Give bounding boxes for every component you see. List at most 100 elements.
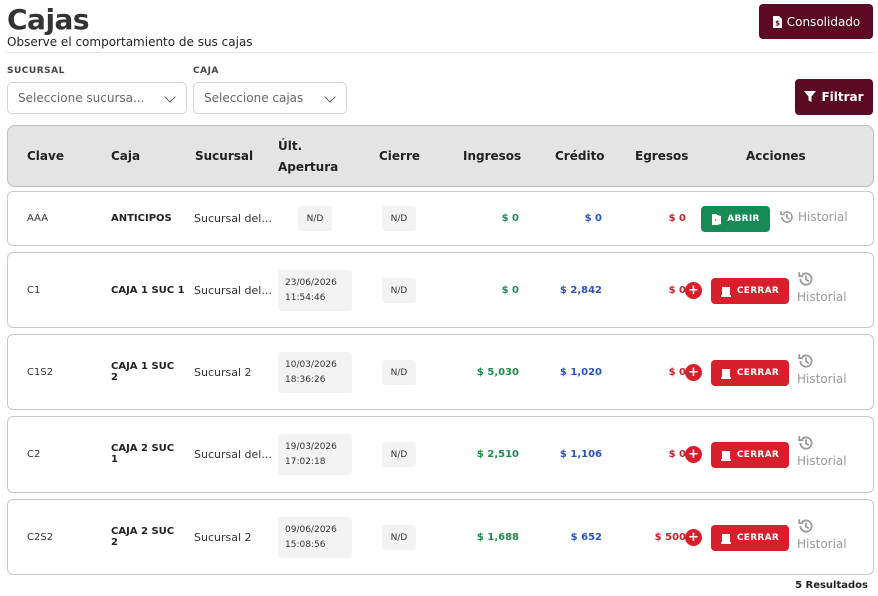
- historial-link[interactable]: Historial: [779, 209, 848, 225]
- history-icon: [798, 354, 813, 368]
- sucursal-select[interactable]: Seleccione sucursa...: [7, 82, 187, 114]
- row-cierre: N/D: [382, 442, 416, 467]
- row-cierre: N/D: [382, 278, 416, 303]
- historial-link[interactable]: Historial: [797, 434, 857, 468]
- row-apertura: N/D: [298, 206, 332, 231]
- apertura-fecha: 23/06/2026: [285, 278, 337, 288]
- caja-select-placeholder: Seleccione cajas: [204, 91, 304, 105]
- filtrar-label: Filtrar: [821, 90, 864, 104]
- col-ingresos: Ingresos: [463, 149, 522, 163]
- chevron-down-icon: [324, 91, 336, 103]
- svg-text:$: $: [775, 19, 780, 27]
- col-acciones: Acciones: [746, 149, 806, 163]
- row-caja: ANTICIPOS: [111, 213, 172, 224]
- cerrar-button[interactable]: CERRAR: [711, 360, 789, 386]
- row-sucursal: Sucursal del...: [194, 212, 272, 225]
- apertura-hora: 15:08:56: [285, 540, 326, 550]
- apertura-fecha: 10/03/2026: [285, 360, 337, 370]
- row-credito: $ 1,106: [559, 449, 602, 460]
- historial-label: Historial: [797, 290, 847, 304]
- table-row: C1S2 CAJA 1 SUC 2 Sucursal 2 10/03/2026 …: [7, 334, 874, 410]
- lock-icon: [720, 450, 731, 461]
- sucursal-select-placeholder: Seleccione sucursa...: [18, 91, 145, 105]
- door-open-icon: [712, 213, 722, 225]
- plus-icon: +: [688, 530, 699, 545]
- add-egreso-button[interactable]: +: [685, 446, 702, 463]
- cerrar-label: CERRAR: [736, 533, 780, 543]
- table-row: C2 CAJA 2 SUC 1 Sucursal del... 19/03/20…: [7, 416, 874, 493]
- historial-label: Historial: [798, 210, 848, 224]
- col-sucursal: Sucursal: [195, 149, 254, 163]
- row-credito: $ 2,842: [559, 285, 602, 296]
- row-clave: C1S2: [27, 367, 54, 378]
- add-egreso-button[interactable]: +: [685, 529, 702, 546]
- col-ult-apertura: Últ. Apertura: [278, 139, 339, 174]
- apertura-fecha: 19/03/2026: [285, 442, 337, 452]
- chevron-down-icon: [164, 91, 176, 103]
- lock-icon: [720, 286, 731, 297]
- table-row: C2S2 CAJA 2 SUC 2 Sucursal 2 09/06/2026 …: [7, 499, 874, 575]
- row-ingresos: $ 5,030: [476, 367, 519, 378]
- row-egresos: $ 0: [668, 367, 686, 378]
- col-clave: Clave: [27, 149, 64, 163]
- history-icon: [798, 519, 813, 533]
- sucursal-filter-label: SUCURSAL: [7, 66, 65, 76]
- row-caja: CAJA 1 SUC 2: [111, 361, 175, 383]
- row-cierre: N/D: [382, 206, 416, 231]
- historial-link[interactable]: Historial: [797, 517, 857, 551]
- row-ingresos: $ 2,510: [476, 449, 519, 460]
- row-clave: C2: [27, 449, 41, 460]
- row-clave: AAA: [27, 213, 49, 224]
- row-sucursal: Sucursal del...: [194, 284, 272, 297]
- row-egresos: $ 0: [668, 449, 686, 460]
- filtrar-button[interactable]: Filtrar: [795, 79, 873, 115]
- add-egreso-button[interactable]: +: [685, 364, 702, 381]
- results-count: 5 Resultados: [795, 580, 868, 591]
- row-ingresos: $ 0: [501, 285, 519, 296]
- consolidado-label: Consolidado: [786, 14, 861, 29]
- row-sucursal: Sucursal 2: [194, 531, 252, 544]
- funnel-icon: [804, 91, 817, 102]
- row-apertura: 23/06/2026 11:54:46: [278, 270, 352, 311]
- row-ingresos: $ 1,688: [476, 532, 519, 543]
- plus-icon: +: [688, 365, 699, 380]
- consolidado-button[interactable]: $ Consolidado: [759, 4, 873, 39]
- document-dollar-icon: $: [772, 15, 782, 28]
- row-apertura: 19/03/2026 17:02:18: [278, 434, 352, 475]
- cerrar-button[interactable]: CERRAR: [711, 278, 789, 304]
- caja-select[interactable]: Seleccione cajas: [193, 82, 347, 114]
- historial-link[interactable]: Historial: [797, 270, 857, 304]
- cerrar-button[interactable]: CERRAR: [711, 442, 789, 468]
- history-icon: [798, 272, 813, 286]
- caja-filter-label: CAJA: [193, 66, 219, 76]
- row-credito: $ 0: [584, 213, 602, 224]
- row-egresos: $ 500: [654, 532, 686, 543]
- table-row: C1 CAJA 1 SUC 1 Sucursal del... 23/06/20…: [7, 252, 874, 328]
- row-sucursal: Sucursal del...: [194, 448, 272, 461]
- row-caja: CAJA 1 SUC 1: [111, 285, 185, 296]
- col-caja: Caja: [111, 149, 141, 163]
- history-icon: [798, 436, 813, 450]
- historial-link[interactable]: Historial: [797, 352, 857, 386]
- table-row: AAA ANTICIPOS Sucursal del... N/D N/D $ …: [7, 191, 874, 246]
- row-caja: CAJA 2 SUC 2: [111, 526, 175, 548]
- page-subtitle: Observe el comportamiento de sus cajas: [7, 35, 253, 49]
- page-title: Cajas: [7, 3, 90, 36]
- apertura-hora: 18:36:26: [285, 375, 326, 385]
- row-sucursal: Sucursal 2: [194, 366, 252, 379]
- row-credito: $ 652: [570, 532, 602, 543]
- row-cierre: N/D: [382, 360, 416, 385]
- cerrar-button[interactable]: CERRAR: [711, 525, 789, 551]
- lock-icon: [720, 368, 731, 379]
- apertura-hora: 11:54:46: [285, 293, 326, 303]
- historial-label: Historial: [797, 372, 847, 386]
- row-caja: CAJA 2 SUC 1: [111, 443, 175, 465]
- cerrar-label: CERRAR: [736, 286, 780, 296]
- abrir-button[interactable]: ABRIR: [701, 206, 770, 232]
- abrir-label: ABRIR: [727, 214, 760, 224]
- row-egresos: $ 0: [668, 213, 686, 224]
- col-credito: Crédito: [555, 149, 605, 163]
- row-egresos: $ 0: [668, 285, 686, 296]
- row-ingresos: $ 0: [501, 213, 519, 224]
- add-egreso-button[interactable]: +: [685, 282, 702, 299]
